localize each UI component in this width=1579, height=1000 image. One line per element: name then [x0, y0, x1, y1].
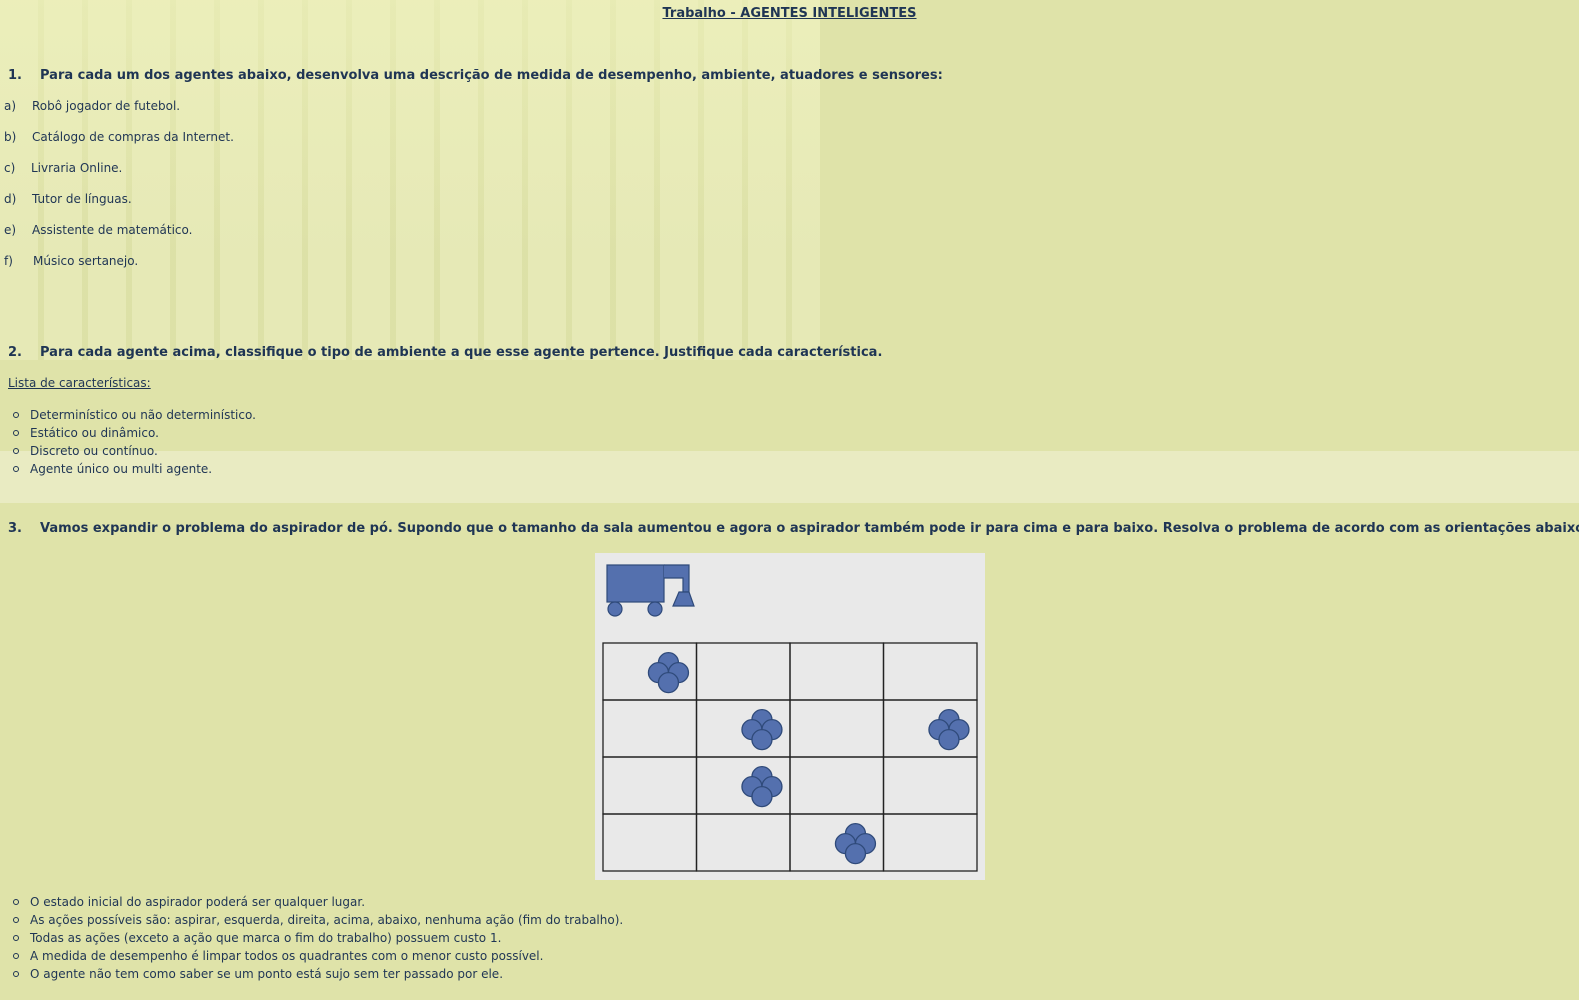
list-item: As ações possíveis são: aspirar, esquerd… [0, 911, 623, 929]
page-title: Trabalho - AGENTES INTELIGENTES [662, 6, 917, 21]
grid-cell [882, 642, 978, 701]
list-item: a) Robô jogador de futebol. [4, 99, 181, 113]
characteristics-list: Determinístico ou não determinístico. Es… [0, 406, 256, 478]
grid-cell [882, 756, 978, 815]
characteristics-list-title: Lista de características: [8, 376, 151, 390]
grid-cell [789, 699, 885, 758]
dirt-icon [647, 651, 690, 694]
vacuum-cleaner-icon [606, 564, 695, 617]
vacuum-nozzle [672, 591, 695, 607]
list-item: c) Livraria Online. [4, 161, 123, 175]
dirt-blob [938, 728, 960, 751]
question-1: 1. Para cada um dos agentes abaixo, desen… [8, 68, 943, 83]
guidelines-list: O estado inicial do aspirador poderá ser… [0, 893, 623, 983]
grid-cell [602, 699, 698, 758]
vacuum-grid-figure [595, 553, 985, 880]
list-item: Determinístico ou não determinístico. [0, 406, 256, 424]
grid-cell [789, 642, 885, 701]
dirt-icon [741, 708, 783, 751]
list-item: A medida de desempenho é limpar todos os… [0, 947, 623, 965]
list-item: b) Catálogo de compras da Internet. [4, 130, 234, 144]
vacuum-wheel [647, 601, 663, 617]
dirt-icon [834, 822, 877, 865]
list-item: Discreto ou contínuo. [0, 442, 256, 460]
list-item: O agente não tem como saber se um ponto … [0, 965, 623, 983]
question-2: 2. Para cada agente acima, classifique o … [8, 345, 882, 360]
list-item: Todas as ações (exceto a ação que marca … [0, 929, 623, 947]
list-item: Agente único ou multi agente. [0, 460, 256, 478]
vacuum-wheel [607, 601, 623, 617]
dirt-blob [751, 785, 773, 808]
dirt-blob [751, 728, 773, 751]
grid-cell [602, 813, 698, 872]
question-1-text: Para cada um dos agentes abaixo, desenvo… [40, 68, 943, 83]
vacuum-body [606, 564, 665, 603]
grid-cell [602, 756, 698, 815]
list-item: d) Tutor de línguas. [4, 192, 132, 206]
dirt-blob [844, 842, 867, 865]
dirt-blob [657, 671, 680, 694]
list-item: Estático ou dinâmico. [0, 424, 256, 442]
list-item: O estado inicial do aspirador poderá ser… [0, 893, 623, 911]
question-3-text: Vamos expandir o problema do aspirador d… [40, 521, 1579, 536]
grid-cell [789, 756, 885, 815]
list-item: e) Assistente de matemático. [4, 223, 193, 237]
dirt-icon [928, 708, 970, 751]
dirt-icon [741, 765, 783, 808]
grid-cell [695, 642, 791, 701]
vacuum-grid-diagram [602, 564, 978, 872]
grid-cell [695, 813, 791, 872]
question-3-number: 3. [8, 521, 22, 536]
question-2-number: 2. [8, 345, 22, 360]
list-item: f) Músico sertanejo. [4, 254, 139, 268]
question-1-number: 1. [8, 68, 22, 83]
grid-cell [882, 813, 978, 872]
vacuum-handle [664, 564, 690, 593]
background-photo [0, 0, 820, 360]
question-2-text: Para cada agente acima, classifique o ti… [40, 345, 883, 360]
question-3: 3. Vamos expandir o problema do aspirador… [8, 521, 1579, 536]
